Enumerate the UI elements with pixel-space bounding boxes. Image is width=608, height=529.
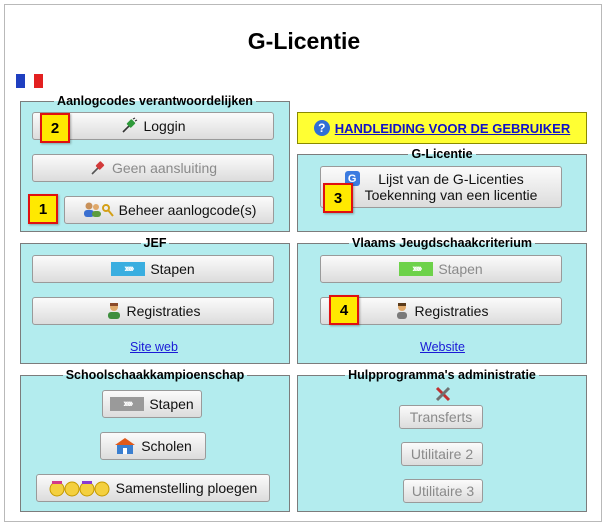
steps-arrow-icon: ››››› (110, 397, 145, 411)
geen-aansluiting-button[interactable]: Geen aansluiting (32, 154, 274, 182)
page-title: G-Licentie (247, 28, 361, 54)
jef-stapen-button[interactable]: ››››› Stapen (32, 255, 274, 283)
hulp-legend: Hulpprogramma's administratie (348, 368, 536, 382)
vjk-registraties-label: Registraties (414, 303, 489, 319)
vjk-stapen-button[interactable]: ››››› Stapen (320, 255, 562, 283)
help-icon: ? (313, 120, 330, 136)
ploegen-label: Samenstelling ploegen (115, 480, 258, 496)
scholen-label: Scholen (141, 438, 192, 454)
school-building-icon (115, 438, 136, 454)
school-stapen-label: Stapen (149, 396, 194, 412)
badge-2: 2 (40, 113, 70, 143)
french-flag-icon[interactable] (16, 74, 43, 88)
lijst-line1: Lijst van de G-Licenties (378, 171, 524, 187)
jef-registraties-button[interactable]: Registraties (32, 297, 274, 325)
jef-registraties-label: Registraties (126, 303, 201, 319)
manual-label: HANDLEIDING VOOR DE GEBRUIKER (334, 120, 571, 136)
aanlogcodes-legend: Aanlogcodes verantwoordelijken (57, 94, 253, 108)
vjk-stapen-label: Stapen (438, 261, 483, 277)
badge-4: 4 (329, 295, 359, 325)
jef-legend: JEF (143, 236, 167, 250)
school-stapen-button[interactable]: ››››› Stapen (102, 390, 202, 418)
utilitaire3-button[interactable]: Utilitaire 3 (403, 479, 483, 503)
users-key-icon (83, 202, 114, 217)
utilitaire2-label: Utilitaire 2 (410, 446, 474, 462)
glicentie-legend: G-Licentie (411, 147, 473, 161)
utilitaire3-label: Utilitaire 3 (411, 483, 475, 499)
school-legend: Schoolschaakkampioenschap (65, 368, 245, 382)
tools-icon (435, 386, 451, 402)
utilitaire2-button[interactable]: Utilitaire 2 (401, 442, 483, 466)
team-faces-icon (49, 481, 110, 497)
vjk-legend: Vlaams Jeugdschaakcriterium (352, 236, 532, 250)
geen-aansluiting-label: Geen aansluiting (111, 160, 218, 176)
beheer-label: Beheer aanlogcode(s) (118, 202, 257, 218)
lijst-licenties-button[interactable]: G Lijst van de G-Licenties Toekenning va… (320, 166, 562, 208)
badge-1: 1 (28, 194, 58, 224)
transferts-label: Transferts (409, 409, 473, 425)
beheer-aanlogcodes-button[interactable]: Beheer aanlogcode(s) (64, 196, 274, 224)
plug-icon (122, 117, 138, 133)
registrations-person-icon (396, 303, 407, 319)
vjk-website-link[interactable]: Website (420, 340, 465, 354)
unplugged-icon (91, 161, 105, 175)
scholen-button[interactable]: Scholen (100, 432, 206, 460)
lijst-line2: Toekenning van een licentie (364, 187, 538, 203)
badge-3: 3 (323, 183, 353, 213)
manual-link[interactable]: ? HANDLEIDING VOOR DE GEBRUIKER (297, 112, 587, 144)
steps-arrow-icon: ››››› (111, 262, 146, 276)
login-label: Loggin (143, 118, 186, 134)
samenstelling-ploegen-button[interactable]: Samenstelling ploegen (36, 474, 270, 502)
registrations-person-icon (107, 303, 120, 319)
jef-site-web-link[interactable]: Site web (130, 340, 178, 354)
steps-arrow-icon: ››››› (399, 262, 434, 276)
jef-stapen-label: Stapen (150, 261, 195, 277)
transferts-button[interactable]: Transferts (399, 405, 483, 429)
